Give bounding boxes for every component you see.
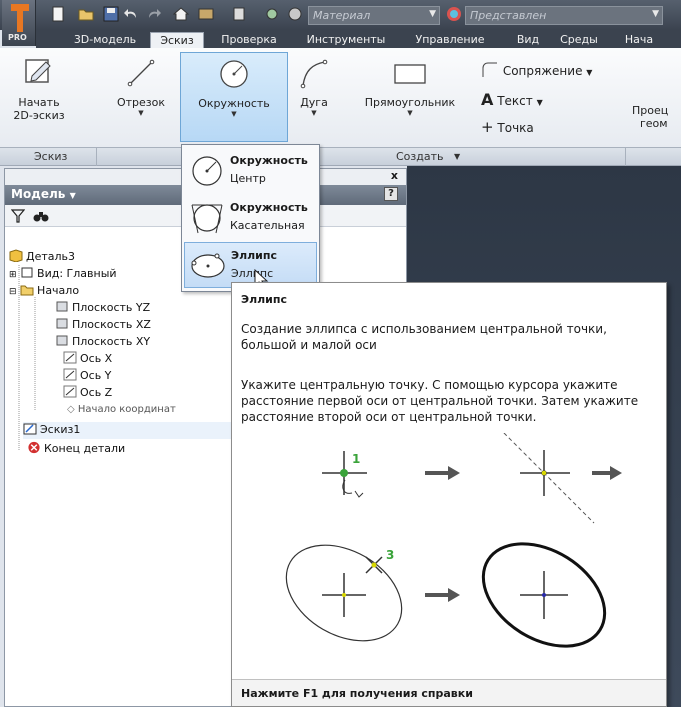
chevron-down-icon: ▼ xyxy=(407,109,413,117)
circle-icon xyxy=(220,60,248,88)
result-ellipse xyxy=(481,542,607,648)
line-icon xyxy=(127,59,155,87)
circle-tangent-icon xyxy=(191,204,223,234)
ribbon-tab-bar: 3D-модель Эскиз Проверка Инструменты Упр… xyxy=(36,30,681,48)
line-button[interactable]: Отрезок ▼ xyxy=(112,52,170,142)
tooltip-title: Эллипс xyxy=(241,293,288,306)
project-geometry-icon xyxy=(628,56,681,94)
tab-inspect[interactable]: Проверка xyxy=(212,32,286,48)
update-icon[interactable] xyxy=(198,6,214,22)
tab-get-started[interactable]: Нача xyxy=(611,32,667,48)
filter-icon[interactable] xyxy=(11,209,25,223)
application-menu-button[interactable]: PRO xyxy=(2,0,36,46)
text-a-icon: A xyxy=(481,90,494,109)
arrow-head-icon xyxy=(610,466,622,480)
measure-icon[interactable] xyxy=(264,6,280,22)
fillet-icon xyxy=(482,62,497,77)
material-combo[interactable]: Материал ▼ xyxy=(308,6,440,25)
circle-center-icon xyxy=(192,156,222,186)
panel-divider xyxy=(625,148,626,166)
save-icon[interactable] xyxy=(103,6,119,22)
home-icon[interactable] xyxy=(173,6,189,22)
arc-icon xyxy=(300,59,328,89)
point-button[interactable]: + Точка xyxy=(481,118,534,138)
text-button[interactable]: A Текст ▼ xyxy=(481,90,543,110)
new-file-icon[interactable] xyxy=(50,6,66,22)
open-folder-icon[interactable] xyxy=(78,6,94,22)
tree-connector-lines xyxy=(18,265,36,451)
undo-icon[interactable] xyxy=(124,6,140,22)
inventor-logo-icon xyxy=(11,4,29,32)
chevron-down-icon: ▼ xyxy=(69,191,76,200)
representation-combo[interactable]: Представлен ▼ xyxy=(465,6,663,25)
step2-first-axis xyxy=(503,433,595,524)
ribbon-panel: Начать 2D-эскиз Отрезок ▼ Окружность ▼ Д… xyxy=(0,48,681,148)
step3-second-axis xyxy=(285,544,403,642)
start-2d-sketch-button[interactable]: Начать 2D-эскиз xyxy=(8,52,70,142)
circle-dropdown-menu: Окружность Центр Окружность Касательная … xyxy=(181,144,320,292)
binoculars-icon[interactable] xyxy=(33,209,49,223)
step-label-3: 3 xyxy=(386,548,394,562)
panel-label-create[interactable]: Создать xyxy=(396,150,444,163)
chevron-down-icon: ▼ xyxy=(429,9,436,19)
tab-3d-model[interactable]: 3D-модель xyxy=(60,32,150,48)
start-sketch-icon xyxy=(25,59,51,83)
rectangle-button[interactable]: Прямоугольник ▼ xyxy=(350,52,470,142)
tab-view[interactable]: Вид xyxy=(510,32,546,48)
select-icon[interactable] xyxy=(232,6,248,22)
redo-icon[interactable] xyxy=(145,6,161,22)
tab-tools[interactable]: Инструменты xyxy=(298,32,394,48)
fillet-button[interactable]: Сопряжение ▼ xyxy=(481,62,592,82)
menu-item-circle-center[interactable]: Окружность Центр xyxy=(184,148,317,194)
tooltip-help-footer: Нажмите F1 для получения справки xyxy=(232,679,666,706)
chevron-down-icon: ▼ xyxy=(138,109,144,117)
tooltip-description: Создание эллипса с использованием центра… xyxy=(241,322,607,352)
rectangle-icon xyxy=(394,64,426,84)
close-icon[interactable]: x xyxy=(391,169,398,182)
tooltip-instructions: Укажите центральную точку. С помощью кур… xyxy=(241,378,639,424)
tab-environments[interactable]: Среды xyxy=(554,32,604,48)
ellipse-steps-illustration: 1 2 3 xyxy=(285,433,622,648)
arrow-head-icon xyxy=(448,466,460,480)
panel-divider xyxy=(96,148,97,166)
chevron-down-icon: ▼ xyxy=(536,98,543,107)
appearance-sphere-icon xyxy=(447,7,461,21)
chevron-down-icon[interactable]: ▼ xyxy=(454,152,460,161)
ellipse-icon xyxy=(191,253,225,278)
appearance-icon[interactable] xyxy=(287,6,303,22)
arrow-head-icon xyxy=(448,588,460,602)
project-geometry-button[interactable]: Проец геом xyxy=(628,52,681,142)
tab-manage[interactable]: Управление xyxy=(402,32,498,48)
tab-sketch[interactable]: Эскиз xyxy=(150,32,204,48)
quick-access-toolbar: PRO Материал ▼ Представлен ▼ xyxy=(0,0,681,46)
panel-label-sketch[interactable]: Эскиз xyxy=(34,150,67,163)
menu-item-circle-tangent[interactable]: Окружность Касательная xyxy=(184,195,317,241)
chevron-down-icon: ▼ xyxy=(311,109,317,117)
circle-button[interactable]: Окружность ▼ xyxy=(180,52,288,142)
tree-item-origin-point[interactable]: ◇ Начало координат xyxy=(67,402,176,419)
point-cross-icon: + xyxy=(481,118,494,136)
chevron-down-icon: ▼ xyxy=(231,110,237,118)
arc-button[interactable]: Дуга ▼ xyxy=(294,52,334,142)
step-label-1: 1 xyxy=(352,452,360,466)
help-icon[interactable]: ? xyxy=(384,187,398,201)
chevron-down-icon: ▼ xyxy=(652,9,659,19)
chevron-down-icon: ▼ xyxy=(586,68,593,77)
app-badge: PRO xyxy=(8,33,27,42)
ellipse-tooltip: Эллипс Создание эллипса с использованием… xyxy=(231,282,667,707)
ribbon-panel-labels: Эскиз Создать ▼ xyxy=(0,148,681,166)
